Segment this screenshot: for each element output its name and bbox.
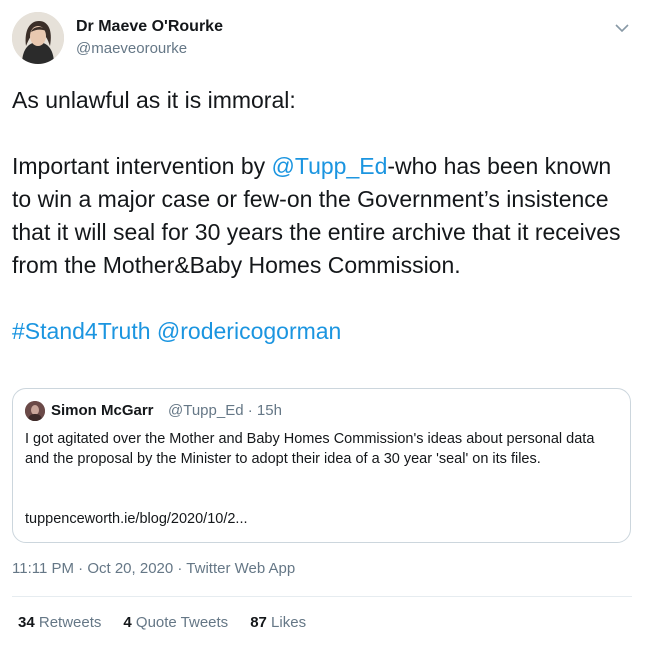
timestamp-separator: · [73, 560, 88, 577]
mention-tupp-ed[interactable]: @Tupp_Ed [272, 153, 388, 179]
tweet-paragraph: Important intervention by @Tupp_Ed-who h… [12, 150, 632, 282]
tweet-line-1: As unlawful as it is immoral: [12, 87, 296, 113]
quoted-tweet-text: I got agitated over the Mother and Baby … [25, 431, 595, 467]
timestamp-separator: · [173, 560, 187, 577]
engagement-stats: 34 Retweets 4 Quote Tweets 87 Likes [18, 614, 306, 631]
likes-label: Likes [271, 614, 307, 631]
author-handle[interactable]: @maeveorourke [76, 40, 187, 57]
quoted-tweet-link[interactable]: tuppenceworth.ie/blog/2020/10/2... [25, 511, 248, 527]
likes-count: 87 [250, 614, 267, 631]
mention-rodericogorman[interactable]: @rodericogorman [157, 318, 341, 344]
more-options-button[interactable] [610, 16, 634, 40]
timestamp-source[interactable]: Twitter Web App [186, 560, 295, 577]
retweets-label: Retweets [38, 614, 102, 631]
tweet-para-prefix: Important intervention by [12, 153, 272, 179]
quoted-author-avatar [25, 401, 45, 421]
timestamp-time[interactable]: 11:11 PM [12, 560, 74, 577]
divider [12, 596, 632, 597]
retweets-count: 34 [18, 614, 35, 631]
tweet-card: Dr Maeve O'Rourke @maeveorourke As unlaw… [0, 0, 650, 646]
tweet-timestamp: 11:11 PM · Oct 20, 2020 · Twitter Web Ap… [12, 560, 295, 577]
tweet-tags: #Stand4Truth @rodericogorman [12, 315, 632, 348]
chevron-down-icon [615, 24, 629, 32]
quote-tweets-stat[interactable]: 4 Quote Tweets [123, 614, 228, 631]
quote-tweets-label: Quote Tweets [135, 614, 229, 631]
retweets-stat[interactable]: 34 Retweets [18, 614, 101, 631]
tweet-text: As unlawful as it is immoral: Important … [12, 84, 632, 348]
author-avatar[interactable] [12, 12, 64, 64]
quote-tweets-count: 4 [123, 614, 132, 631]
quoted-tweet[interactable]: Simon McGarr @Tupp_Ed · 15h I got agitat… [12, 388, 631, 543]
quoted-author-meta: @Tupp_Ed · 15h [168, 402, 282, 419]
author-name[interactable]: Dr Maeve O'Rourke [76, 18, 223, 36]
hashtag-stand4truth[interactable]: #Stand4Truth [12, 318, 151, 344]
likes-stat[interactable]: 87 Likes [250, 614, 306, 631]
quoted-author-name: Simon McGarr [51, 402, 154, 419]
timestamp-date[interactable]: Oct 20, 2020 [87, 560, 173, 577]
